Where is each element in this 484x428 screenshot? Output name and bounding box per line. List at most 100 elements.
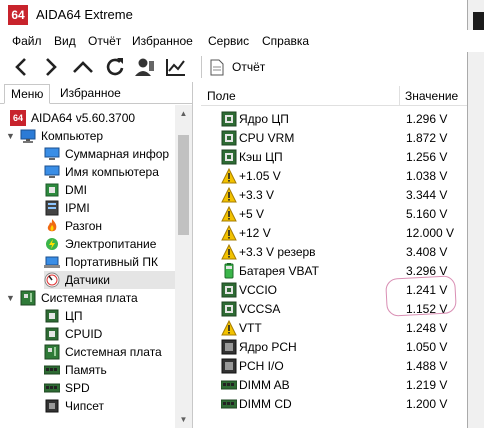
scroll-thumb[interactable]	[178, 135, 189, 235]
tree-item-label: SPD	[65, 381, 90, 395]
sensor-row[interactable]: Ядро ЦП 1.296 V	[201, 110, 467, 129]
tree-computer-label: Компьютер	[41, 129, 104, 143]
tree-dmi[interactable]: DMI	[44, 181, 87, 199]
monitor-icon	[44, 165, 60, 178]
scroll-down-icon[interactable]: ▼	[179, 415, 188, 424]
warning-icon	[221, 186, 237, 203]
tree-item-label: Суммарная инфор	[65, 147, 170, 161]
sensor-name: PCH I/O	[239, 359, 284, 373]
power-icon	[46, 238, 58, 250]
sensor-name: VTT	[239, 321, 262, 335]
chip-icon	[221, 301, 237, 317]
sensor-row[interactable]: Кэш ЦП 1.256 V	[201, 148, 467, 167]
laptop-icon	[44, 256, 60, 268]
tree-item-label: Память	[65, 363, 107, 377]
column-divider[interactable]	[399, 86, 400, 106]
tree-sensors[interactable]: Датчики	[44, 271, 175, 289]
tree-cpu[interactable]: ЦП	[44, 307, 83, 325]
column-value-header[interactable]: Значение	[405, 89, 458, 103]
tree-chipset[interactable]: Чипсет	[44, 397, 104, 415]
sensor-row[interactable]: PCH I/O 1.488 V	[201, 357, 467, 376]
sensor-name: +3.3 V резерв	[239, 245, 316, 259]
sensor-row[interactable]: +3.3 V 3.344 V	[201, 186, 467, 205]
tree-cpuid[interactable]: CPUID	[44, 325, 102, 343]
sensor-name: Ядро PCH	[239, 340, 297, 354]
back-icon	[15, 58, 26, 76]
sensor-list-panel: Поле Значение Ядро ЦП 1.296 V CPU VRM 1.872…	[201, 82, 467, 428]
scroll-up-icon[interactable]: ▲	[179, 109, 188, 118]
menu-service[interactable]: Сервис	[208, 34, 249, 48]
sensor-value: 1.038 V	[406, 169, 448, 183]
tree-spd[interactable]: SPD	[44, 379, 90, 397]
tree-memory[interactable]: Память	[44, 361, 107, 379]
battery-icon	[221, 263, 237, 279]
motherboard-icon	[44, 344, 60, 360]
column-field-header[interactable]: Поле	[207, 89, 236, 103]
sensor-value: 1.872 V	[406, 131, 448, 145]
collapse-motherboard-icon[interactable]: ▼	[6, 293, 15, 303]
report-button[interactable]: Отчёт	[210, 55, 265, 79]
tab-favorites[interactable]: Избранное	[54, 84, 127, 104]
sensor-row[interactable]: DIMM AB 1.219 V	[201, 376, 467, 395]
warning-icon	[221, 243, 237, 260]
sensor-row[interactable]: VTT 1.248 V	[201, 319, 467, 338]
sensor-name: CPU VRM	[239, 131, 295, 145]
sensor-name: +1.05 V	[239, 169, 281, 183]
tree-power[interactable]: Электропитание	[44, 235, 156, 253]
sensor-row[interactable]: +12 V 12.000 V	[201, 224, 467, 243]
tree-item-label: Портативный ПК	[65, 255, 158, 269]
tree-motherboard[interactable]: Системная плата	[20, 289, 138, 307]
tree-item-label: DMI	[65, 183, 87, 197]
sensor-row[interactable]: +3.3 V резерв 3.408 V	[201, 243, 467, 262]
tree-portable[interactable]: Портативный ПК	[44, 253, 158, 271]
tree-item-label: Разгон	[65, 219, 103, 233]
sensor-value: 1.488 V	[406, 359, 448, 373]
sensor-name: +3.3 V	[239, 188, 275, 202]
sensor-value: 1.296 V	[406, 112, 448, 126]
refresh-icon	[106, 58, 124, 76]
collapse-computer-icon[interactable]: ▼	[6, 131, 15, 141]
tree-scrollbar[interactable]: ▲ ▼	[175, 105, 192, 428]
tree-system-board[interactable]: Системная плата	[44, 343, 162, 361]
sensor-row[interactable]: +5 V 5.160 V	[201, 205, 467, 224]
ipmi-icon	[45, 200, 59, 216]
menu-help[interactable]: Справка	[262, 34, 309, 48]
flame-icon	[47, 219, 57, 232]
menu-favorites[interactable]: Избранное	[132, 34, 193, 48]
warning-icon	[221, 319, 237, 336]
menu-view[interactable]: Вид	[54, 34, 76, 48]
menu-file[interactable]: Файл	[12, 34, 42, 48]
forward-button[interactable]	[38, 54, 64, 80]
tree-computer-name[interactable]: Имя компьютера	[44, 163, 159, 181]
computer-icon	[20, 129, 36, 143]
memory-icon	[44, 383, 60, 393]
user-button[interactable]	[132, 54, 158, 80]
tree-computer[interactable]: Компьютер	[20, 127, 103, 145]
tree-summary[interactable]: Суммарная инфор	[44, 145, 169, 163]
sensor-value: 1.219 V	[406, 378, 448, 392]
benchmark-button[interactable]	[163, 54, 189, 80]
report-icon	[210, 59, 224, 75]
sensor-value: 3.408 V	[406, 245, 448, 259]
tab-menu[interactable]: Меню	[4, 84, 51, 104]
forward-icon	[46, 58, 57, 76]
sensor-row[interactable]: DIMM CD 1.200 V	[201, 395, 467, 414]
app-logo: 64	[8, 5, 28, 25]
tree-root[interactable]: 64 AIDA64 v5.60.3700	[10, 109, 135, 127]
tree-overclock[interactable]: Разгон	[44, 217, 102, 235]
sensor-name: +12 V	[239, 226, 271, 240]
chip-icon	[221, 282, 237, 298]
refresh-button[interactable]	[102, 54, 128, 80]
sensor-row[interactable]: Ядро PCH 1.050 V	[201, 338, 467, 357]
warning-icon	[221, 167, 237, 184]
sensor-name: DIMM CD	[239, 397, 292, 411]
back-button[interactable]	[8, 54, 34, 80]
menu-report[interactable]: Отчёт	[88, 34, 121, 48]
up-button[interactable]	[70, 54, 96, 80]
toolbar: Отчёт	[0, 52, 484, 82]
tree-ipmi[interactable]: IPMI	[44, 199, 90, 217]
sensor-value: 1.248 V	[406, 321, 448, 335]
sensor-row[interactable]: CPU VRM 1.872 V	[201, 129, 467, 148]
tree-item-label: Системная плата	[65, 345, 162, 359]
sensor-row[interactable]: +1.05 V 1.038 V	[201, 167, 467, 186]
